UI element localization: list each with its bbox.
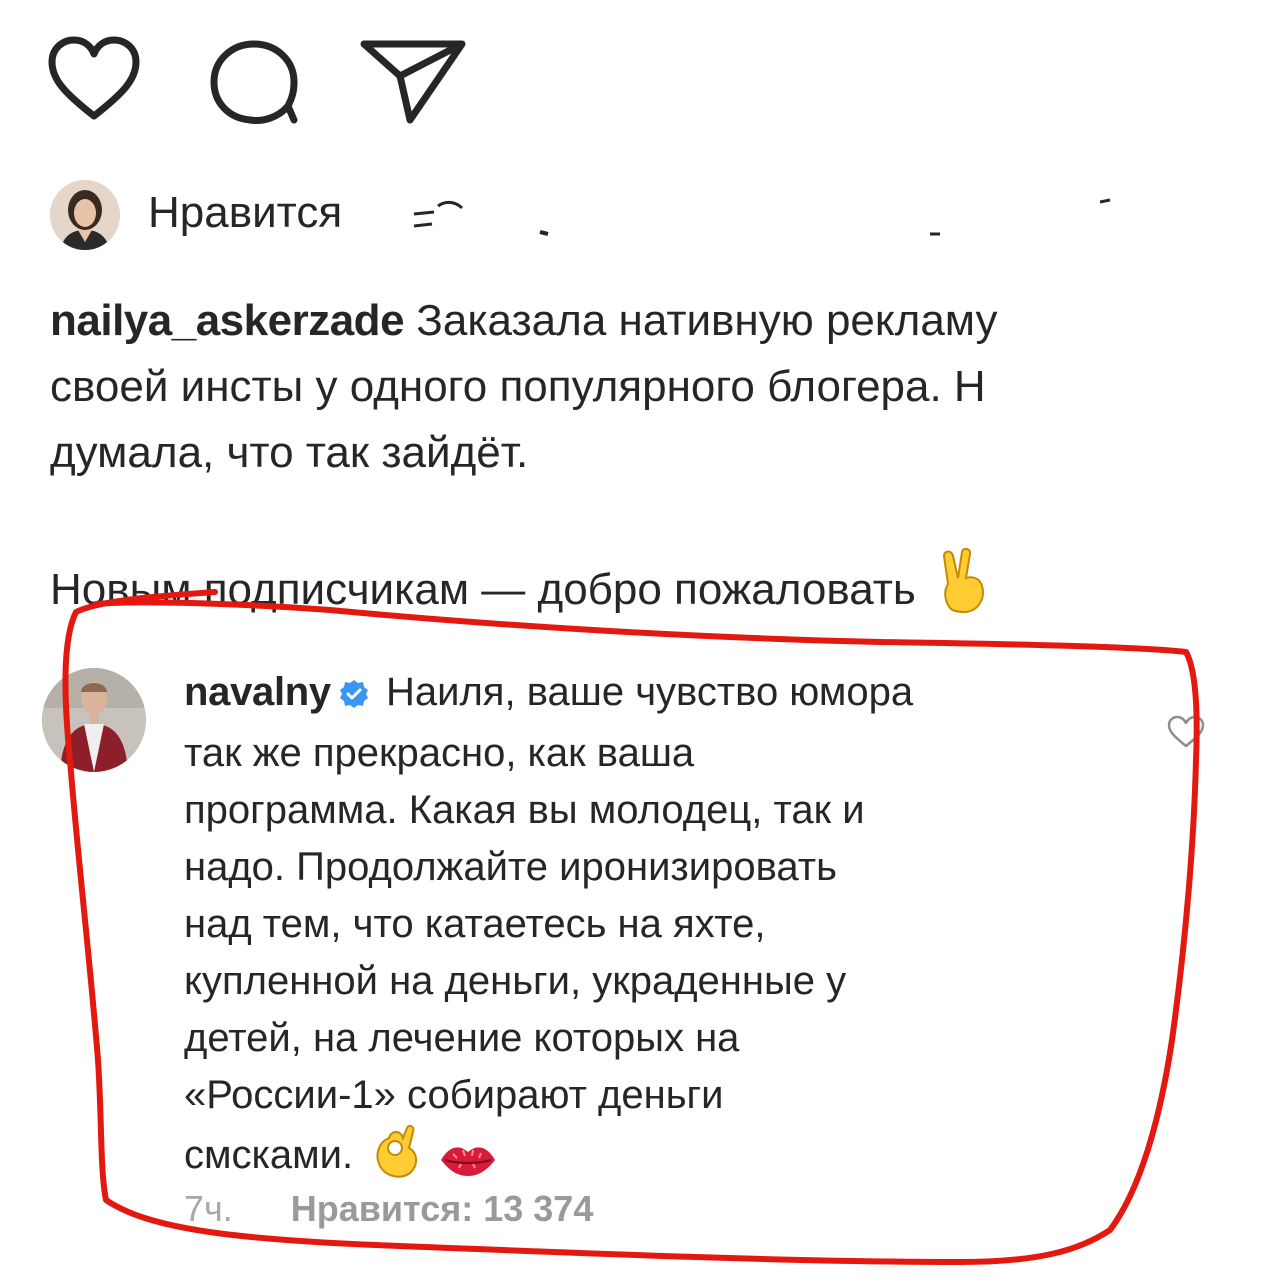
- comment-text-line: купленной на деньги, украденные у: [184, 959, 847, 1003]
- comment-text-line: Наиля, ваше чувство юмора: [374, 670, 914, 714]
- comment-meta: 7ч. Нравится: 13 374: [184, 1188, 593, 1230]
- verified-badge-icon: [339, 668, 369, 725]
- comment-username[interactable]: navalny: [184, 670, 331, 714]
- comment-text-line: детей, на лечение которых на: [184, 1016, 740, 1060]
- comment-like-heart-icon[interactable]: [1166, 714, 1206, 755]
- comment-text-line: «России-1» собирают деньги: [184, 1073, 724, 1117]
- comment-text-line: смсками.: [184, 1133, 354, 1177]
- comment-timestamp: 7ч.: [184, 1188, 233, 1229]
- comment-text-line: над тем, что катаетесь на яхте,: [184, 902, 766, 946]
- comment: navalny Наиля, ваше чувство юмора так же…: [0, 0, 1280, 1280]
- comment-body: navalny Наиля, ваше чувство юмора так же…: [184, 664, 1144, 1196]
- comment-likes-count[interactable]: Нравится: 13 374: [291, 1188, 594, 1229]
- avatar[interactable]: [42, 668, 146, 772]
- comment-text-line: надо. Продолжайте иронизировать: [184, 845, 837, 889]
- comment-text-line: так же прекрасно, как ваша: [184, 731, 695, 775]
- comment-text-line: программа. Какая вы молодец, так и: [184, 788, 865, 832]
- ok-hand-emoji-icon: [371, 1124, 421, 1196]
